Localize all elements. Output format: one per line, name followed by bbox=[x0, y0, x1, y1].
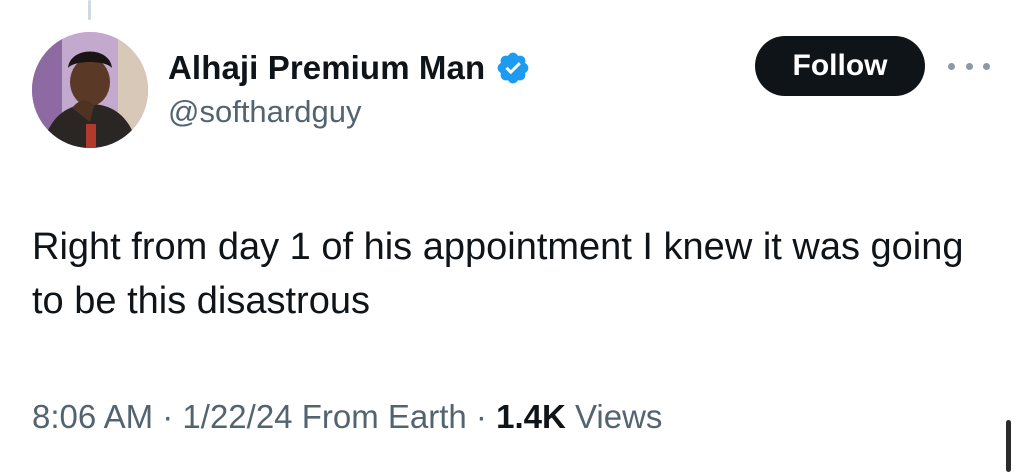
more-dot bbox=[965, 62, 973, 70]
avatar-image bbox=[32, 32, 148, 148]
avatar[interactable] bbox=[32, 32, 148, 148]
tweet-source: From Earth bbox=[301, 398, 467, 435]
tweet-date[interactable]: 1/22/24 bbox=[182, 398, 292, 435]
author-display-name[interactable]: Alhaji Premium Man bbox=[168, 49, 485, 87]
author-name-row: Alhaji Premium Man bbox=[168, 46, 531, 90]
views-label[interactable]: Views bbox=[575, 398, 662, 435]
author-handle[interactable]: @softhardguy bbox=[168, 94, 361, 130]
meta-separator: · bbox=[162, 398, 174, 435]
views-count[interactable]: 1.4K bbox=[496, 398, 566, 435]
verified-badge-icon bbox=[495, 50, 531, 86]
tweet-text: Right from day 1 of his appointment I kn… bbox=[32, 226, 964, 322]
meta-separator: · bbox=[475, 398, 487, 435]
more-dot bbox=[983, 62, 990, 70]
more-dot bbox=[948, 62, 955, 70]
thread-connector-line bbox=[88, 0, 91, 20]
tweet-meta: 8:06 AM · 1/22/24 From Earth · 1.4K View… bbox=[32, 398, 662, 436]
more-horizontal-icon[interactable] bbox=[948, 56, 990, 76]
scrollbar-thumb[interactable] bbox=[1006, 420, 1011, 472]
follow-button[interactable]: Follow bbox=[755, 36, 925, 96]
tweet-time[interactable]: 8:06 AM bbox=[32, 398, 153, 435]
